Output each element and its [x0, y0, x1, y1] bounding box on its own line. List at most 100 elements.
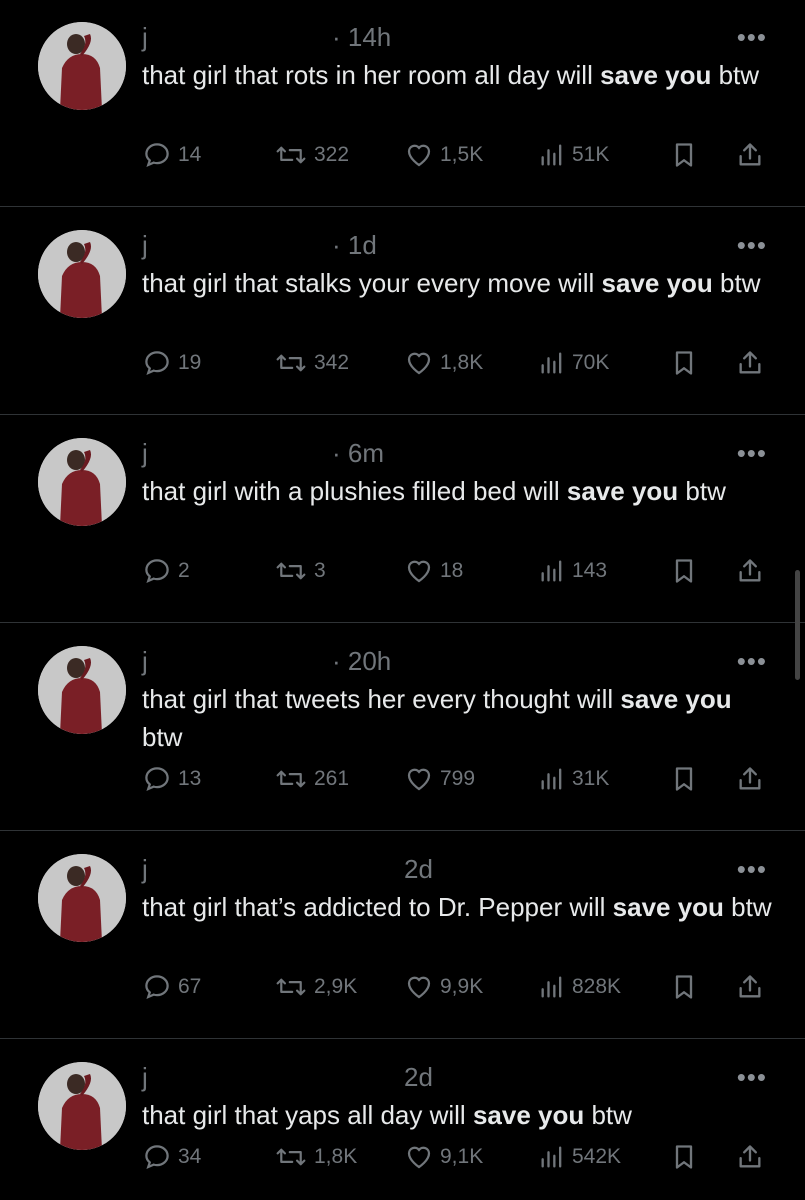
divider — [0, 830, 805, 831]
like-count: 1,8K — [440, 351, 484, 374]
like-button[interactable]: 9,1K — [404, 1142, 483, 1172]
tweet[interactable]: j · 1d ••• that girl that stalks your eve… — [0, 208, 805, 415]
timestamp[interactable]: · 6m — [332, 438, 384, 468]
timestamp[interactable]: 2d — [404, 854, 433, 884]
retweet-icon — [276, 1148, 306, 1166]
reply-count: 13 — [178, 767, 202, 790]
user-handle[interactable]: j — [142, 854, 404, 885]
bookmark-button[interactable] — [670, 348, 704, 378]
share-button[interactable] — [736, 140, 770, 170]
reply-button[interactable]: 2 — [142, 556, 190, 586]
retweet-count: 2,9K — [314, 975, 358, 998]
tweet-text: that girl with a plushies filled bed wil… — [142, 476, 726, 506]
share-button[interactable] — [736, 1142, 770, 1172]
share-button[interactable] — [736, 972, 770, 1002]
tweet[interactable]: j · 6m ••• that girl with a plushies fill… — [0, 416, 805, 623]
retweet-button[interactable]: 322 — [274, 140, 349, 170]
reply-button[interactable]: 13 — [142, 764, 201, 794]
bookmark-button[interactable] — [670, 972, 704, 1002]
more-options-icon[interactable]: ••• — [737, 230, 767, 261]
views-button[interactable]: 70K — [538, 348, 609, 378]
retweet-button[interactable]: 2,9K — [274, 972, 357, 1002]
views-button[interactable]: 828K — [538, 972, 621, 1002]
views-button[interactable]: 143 — [538, 556, 607, 586]
reply-button[interactable]: 19 — [142, 348, 201, 378]
like-button[interactable]: 1,5K — [404, 140, 483, 170]
avatar[interactable] — [38, 646, 126, 734]
tweet-actions: 19 342 1,8K 70K — [142, 348, 772, 388]
view-count: 31K — [572, 767, 610, 790]
divider — [0, 1038, 805, 1039]
like-button[interactable]: 9,9K — [404, 972, 483, 1002]
avatar[interactable] — [38, 1062, 126, 1150]
divider — [0, 206, 805, 207]
view-count: 143 — [572, 559, 608, 582]
tweet[interactable]: j 2d ••• that girl that yaps all day will… — [0, 1040, 805, 1200]
retweet-button[interactable]: 3 — [274, 556, 326, 586]
more-options-icon[interactable]: ••• — [737, 438, 767, 469]
retweet-count: 1,8K — [314, 1145, 358, 1168]
reply-icon — [145, 767, 169, 792]
tweet-actions: 67 2,9K 9,9K 828K — [142, 972, 772, 1012]
tweet-text: that girl that stalks your every move wi… — [142, 268, 761, 298]
more-options-icon[interactable]: ••• — [737, 646, 767, 677]
reply-icon — [145, 559, 169, 584]
heart-icon — [407, 1146, 431, 1169]
view-count: 51K — [572, 143, 610, 166]
timestamp[interactable]: · 20h — [332, 646, 391, 676]
views-button[interactable]: 51K — [538, 140, 609, 170]
share-button[interactable] — [736, 556, 770, 586]
view-count: 542K — [572, 1145, 622, 1168]
views-button[interactable]: 31K — [538, 764, 609, 794]
retweet-button[interactable]: 342 — [274, 348, 349, 378]
tweet[interactable]: j · 14h ••• that girl that rots in her ro… — [0, 0, 805, 207]
avatar[interactable] — [38, 230, 126, 318]
user-handle[interactable]: j — [142, 22, 332, 53]
scrollbar[interactable] — [795, 570, 800, 680]
reply-count: 34 — [178, 1145, 202, 1168]
more-options-icon[interactable]: ••• — [737, 22, 767, 53]
reply-button[interactable]: 14 — [142, 140, 201, 170]
avatar[interactable] — [38, 22, 126, 110]
timestamp[interactable]: · 1d — [332, 230, 377, 260]
view-count: 828K — [572, 975, 622, 998]
user-handle[interactable]: j — [142, 646, 332, 677]
retweet-button[interactable]: 261 — [274, 764, 349, 794]
more-options-icon[interactable]: ••• — [737, 854, 767, 885]
tweet-text: that girl that tweets her every thought … — [142, 684, 732, 752]
tweet-header: j 2d — [142, 854, 433, 885]
tweet-text: that girl that’s addicted to Dr. Pepper … — [142, 892, 772, 922]
share-button[interactable] — [736, 348, 770, 378]
views-button[interactable]: 542K — [538, 1142, 621, 1172]
user-handle[interactable]: j — [142, 1062, 404, 1093]
tweet[interactable]: j 2d ••• that girl that’s addicted to Dr.… — [0, 832, 805, 1039]
tweet[interactable]: j · 20h ••• that girl that tweets her eve… — [0, 624, 805, 831]
bookmark-button[interactable] — [670, 1142, 704, 1172]
like-button[interactable]: 799 — [404, 764, 475, 794]
tweet-header: j · 20h — [142, 646, 391, 677]
reply-button[interactable]: 67 — [142, 972, 201, 1002]
bookmark-icon — [675, 1145, 693, 1169]
like-count: 799 — [440, 767, 476, 790]
heart-icon — [407, 560, 431, 583]
reply-button[interactable]: 34 — [142, 1142, 201, 1172]
user-handle[interactable]: j — [142, 438, 332, 469]
share-button[interactable] — [736, 764, 770, 794]
like-button[interactable]: 1,8K — [404, 348, 483, 378]
reply-icon — [145, 975, 169, 1000]
user-handle[interactable]: j — [142, 230, 332, 261]
avatar[interactable] — [38, 438, 126, 526]
bookmark-button[interactable] — [670, 556, 704, 586]
bookmark-icon — [675, 767, 693, 791]
bookmark-button[interactable] — [670, 140, 704, 170]
avatar[interactable] — [38, 854, 126, 942]
like-count: 18 — [440, 559, 464, 582]
like-button[interactable]: 18 — [404, 556, 463, 586]
timestamp[interactable]: · 14h — [332, 22, 391, 52]
retweet-count: 342 — [314, 351, 350, 374]
divider — [0, 414, 805, 415]
bookmark-button[interactable] — [670, 764, 704, 794]
more-options-icon[interactable]: ••• — [737, 1062, 767, 1093]
retweet-button[interactable]: 1,8K — [274, 1142, 357, 1172]
timestamp[interactable]: 2d — [404, 1062, 433, 1092]
